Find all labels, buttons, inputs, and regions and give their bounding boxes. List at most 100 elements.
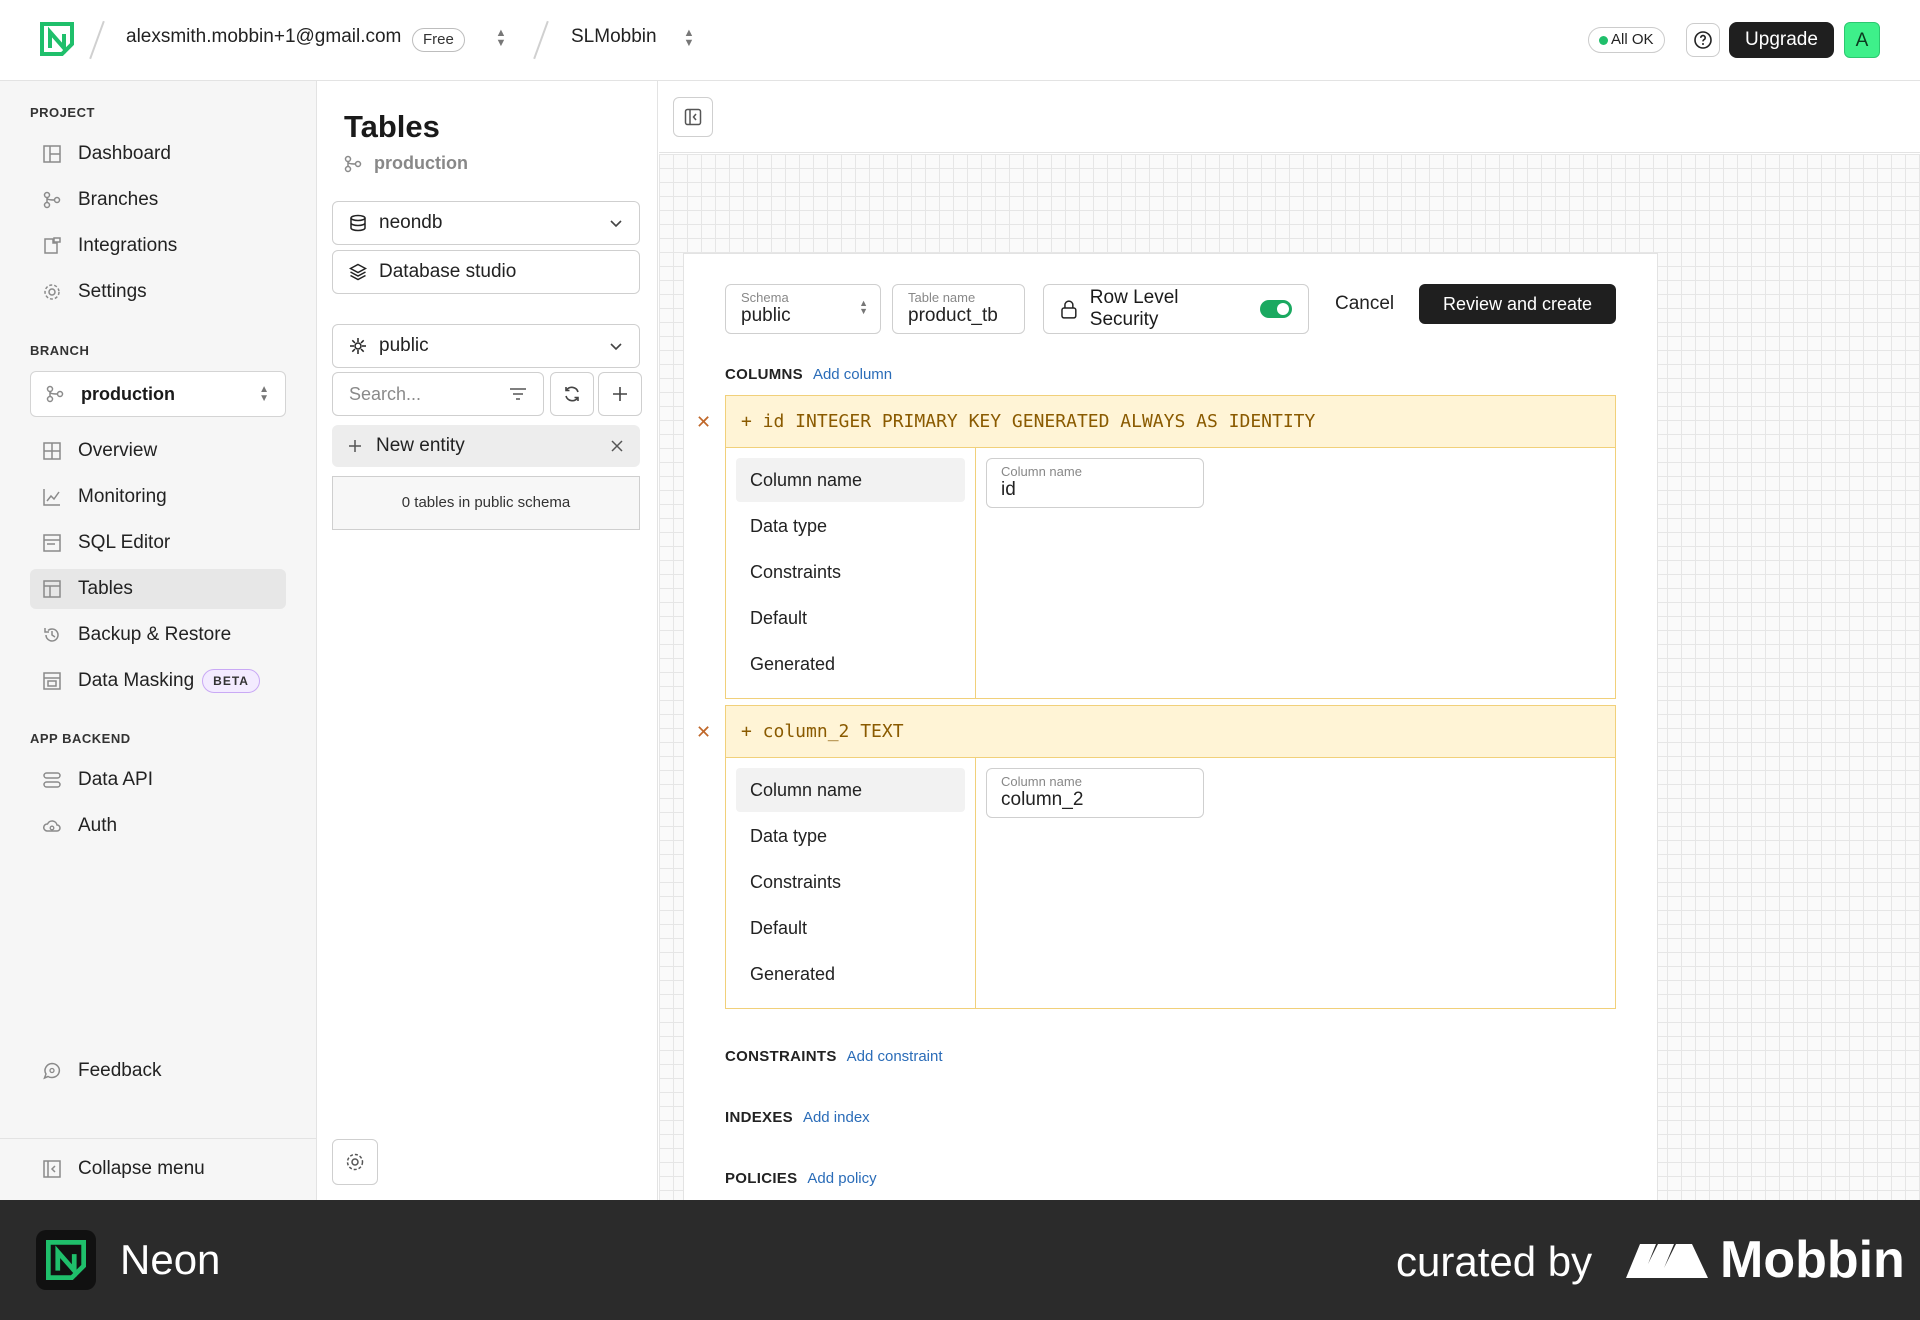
row-level-security-label: Row Level Security [1089, 287, 1179, 330]
sidebar-item-tables[interactable]: Tables [30, 569, 286, 609]
column-name-field-value: id [1001, 479, 1016, 500]
column-name-field-value: column_2 [1001, 789, 1084, 810]
sidebar-item-data-masking[interactable]: Data Masking BETA [30, 661, 286, 701]
new-entity-item[interactable]: New entity [332, 425, 640, 467]
policies-title: POLICIES [725, 1170, 798, 1187]
schema-select[interactable]: public [332, 324, 640, 368]
sidebar-item-dashboard[interactable]: Dashboard [30, 134, 286, 174]
database-select[interactable]: neondb [332, 201, 640, 245]
top-bar: alexsmith.mobbin+1@gmail.com Free ▲ ▼ SLM… [0, 0, 1920, 81]
footer-banner: Neon curated by Mobbin [0, 1200, 1920, 1320]
indexes-title: INDEXES [725, 1109, 793, 1126]
menu-item-column-name[interactable]: Column name [736, 768, 965, 812]
toggle-panel-button[interactable] [673, 97, 713, 137]
table-editor-card: Schema public ▲ ▼ Table name product_tb R… [683, 253, 1658, 1240]
project-name[interactable]: SLMobbin [571, 26, 657, 48]
column-name-field[interactable]: Column name id [986, 458, 1204, 508]
filter-icon[interactable] [509, 387, 527, 401]
schema-select-value: public [379, 335, 429, 356]
canvas-grid: Schema public ▲ ▼ Table name product_tb R… [659, 154, 1920, 1240]
row-level-security-toggle[interactable]: Row Level Security [1043, 284, 1309, 334]
menu-item-default[interactable]: Default [736, 906, 965, 950]
overview-icon [42, 441, 62, 461]
section-title-project: PROJECT [30, 105, 95, 120]
menu-item-data-type[interactable]: Data type [736, 504, 965, 548]
dashboard-icon [42, 144, 62, 164]
table-name-field[interactable]: Table name product_tb [892, 284, 1025, 334]
indexes-section: INDEXES Add index [725, 1109, 870, 1126]
sidebar-item-data-api[interactable]: Data API [30, 760, 286, 800]
mobbin-brand-label: Mobbin [1720, 1231, 1905, 1289]
sidebar-item-settings[interactable]: Settings [30, 272, 286, 312]
refresh-icon [565, 386, 579, 402]
add-table-button[interactable] [598, 372, 642, 416]
remove-column-icon[interactable]: ✕ [696, 722, 711, 743]
plan-badge: Free [412, 28, 465, 52]
refresh-button[interactable] [550, 372, 594, 416]
menu-item-generated[interactable]: Generated [736, 952, 965, 996]
project-switcher-icon[interactable]: ▲ ▼ [682, 28, 696, 52]
auth-cloud-icon [42, 816, 62, 836]
menu-item-constraints[interactable]: Constraints [736, 860, 965, 904]
table-name-field-value: product_tb [908, 305, 998, 326]
column-body: Column name Data type Constraints Defaul… [726, 448, 1615, 698]
column-name-field[interactable]: Column name column_2 [986, 768, 1204, 818]
sidebar-item-branches[interactable]: Branches [30, 180, 286, 220]
new-entity-label: New entity [376, 435, 465, 456]
neon-logo-icon[interactable] [40, 22, 74, 56]
menu-item-column-name[interactable]: Column name [736, 458, 965, 502]
feedback-icon [42, 1061, 62, 1081]
avatar[interactable]: A [1844, 22, 1880, 58]
branch-select-value: production [81, 383, 175, 404]
add-constraint-link[interactable]: Add constraint [847, 1048, 943, 1065]
column-definition[interactable]: + id INTEGER PRIMARY KEY GENERATED ALWAY… [726, 396, 1615, 448]
rls-switch[interactable] [1260, 300, 1293, 318]
help-button[interactable] [1686, 23, 1720, 57]
column-block-id: ✕ + id INTEGER PRIMARY KEY GENERATED ALW… [696, 395, 1616, 699]
review-and-create-button[interactable]: Review and create [1419, 284, 1616, 324]
status-badge[interactable]: All OK [1588, 27, 1665, 53]
column-definition[interactable]: + column_2 TEXT [726, 706, 1615, 758]
upgrade-button[interactable]: Upgrade [1729, 22, 1834, 58]
schema-field-label: Schema [741, 290, 789, 305]
branch-select[interactable]: production ▲ ▼ [30, 371, 286, 417]
sidebar-item-monitoring[interactable]: Monitoring [30, 477, 286, 517]
menu-item-data-type[interactable]: Data type [736, 814, 965, 858]
add-policy-link[interactable]: Add policy [807, 1170, 876, 1187]
collapse-menu-button[interactable]: Collapse menu [30, 1149, 286, 1189]
menu-item-default[interactable]: Default [736, 596, 965, 640]
close-icon[interactable] [610, 439, 624, 453]
account-switcher-icon[interactable]: ▲ ▼ [494, 28, 508, 52]
add-column-link[interactable]: Add column [813, 366, 892, 383]
panel-settings-button[interactable] [332, 1139, 378, 1185]
database-icon [350, 214, 366, 232]
branches-icon [42, 190, 62, 210]
question-circle-icon [1694, 31, 1712, 49]
schema-field[interactable]: Schema public ▲ ▼ [725, 284, 881, 334]
account-email[interactable]: alexsmith.mobbin+1@gmail.com [126, 26, 401, 48]
plus-icon [613, 387, 627, 401]
current-branch: production [344, 153, 468, 174]
sidebar-item-sql-editor[interactable]: SQL Editor [30, 523, 286, 563]
sidebar-collapse-icon [684, 108, 702, 126]
neon-logo-icon [36, 1230, 96, 1290]
cancel-button[interactable]: Cancel [1335, 284, 1394, 324]
sidebar-item-auth[interactable]: Auth [30, 806, 286, 846]
menu-item-constraints[interactable]: Constraints [736, 550, 965, 594]
menu-item-generated[interactable]: Generated [736, 642, 965, 686]
feedback-button[interactable]: Feedback [30, 1051, 286, 1091]
sidebar-item-label: SQL Editor [78, 532, 171, 553]
masking-icon [42, 671, 62, 691]
database-studio-button[interactable]: Database studio [332, 250, 640, 294]
sidebar-item-backup-restore[interactable]: Backup & Restore [30, 615, 286, 655]
main-toolbar [659, 81, 1920, 153]
footer-curated-by: curated by [1396, 1238, 1593, 1285]
mobbin-brand: Mobbin [1626, 1230, 1905, 1290]
sidebar-item-integrations[interactable]: Integrations [30, 226, 286, 266]
sidebar-item-label: Overview [78, 440, 158, 461]
sidebar-item-overview[interactable]: Overview [30, 431, 286, 471]
add-index-link[interactable]: Add index [803, 1109, 870, 1126]
status-dot-icon [1599, 36, 1608, 45]
remove-column-icon[interactable]: ✕ [696, 412, 711, 433]
search-input[interactable]: Search... [332, 372, 544, 416]
